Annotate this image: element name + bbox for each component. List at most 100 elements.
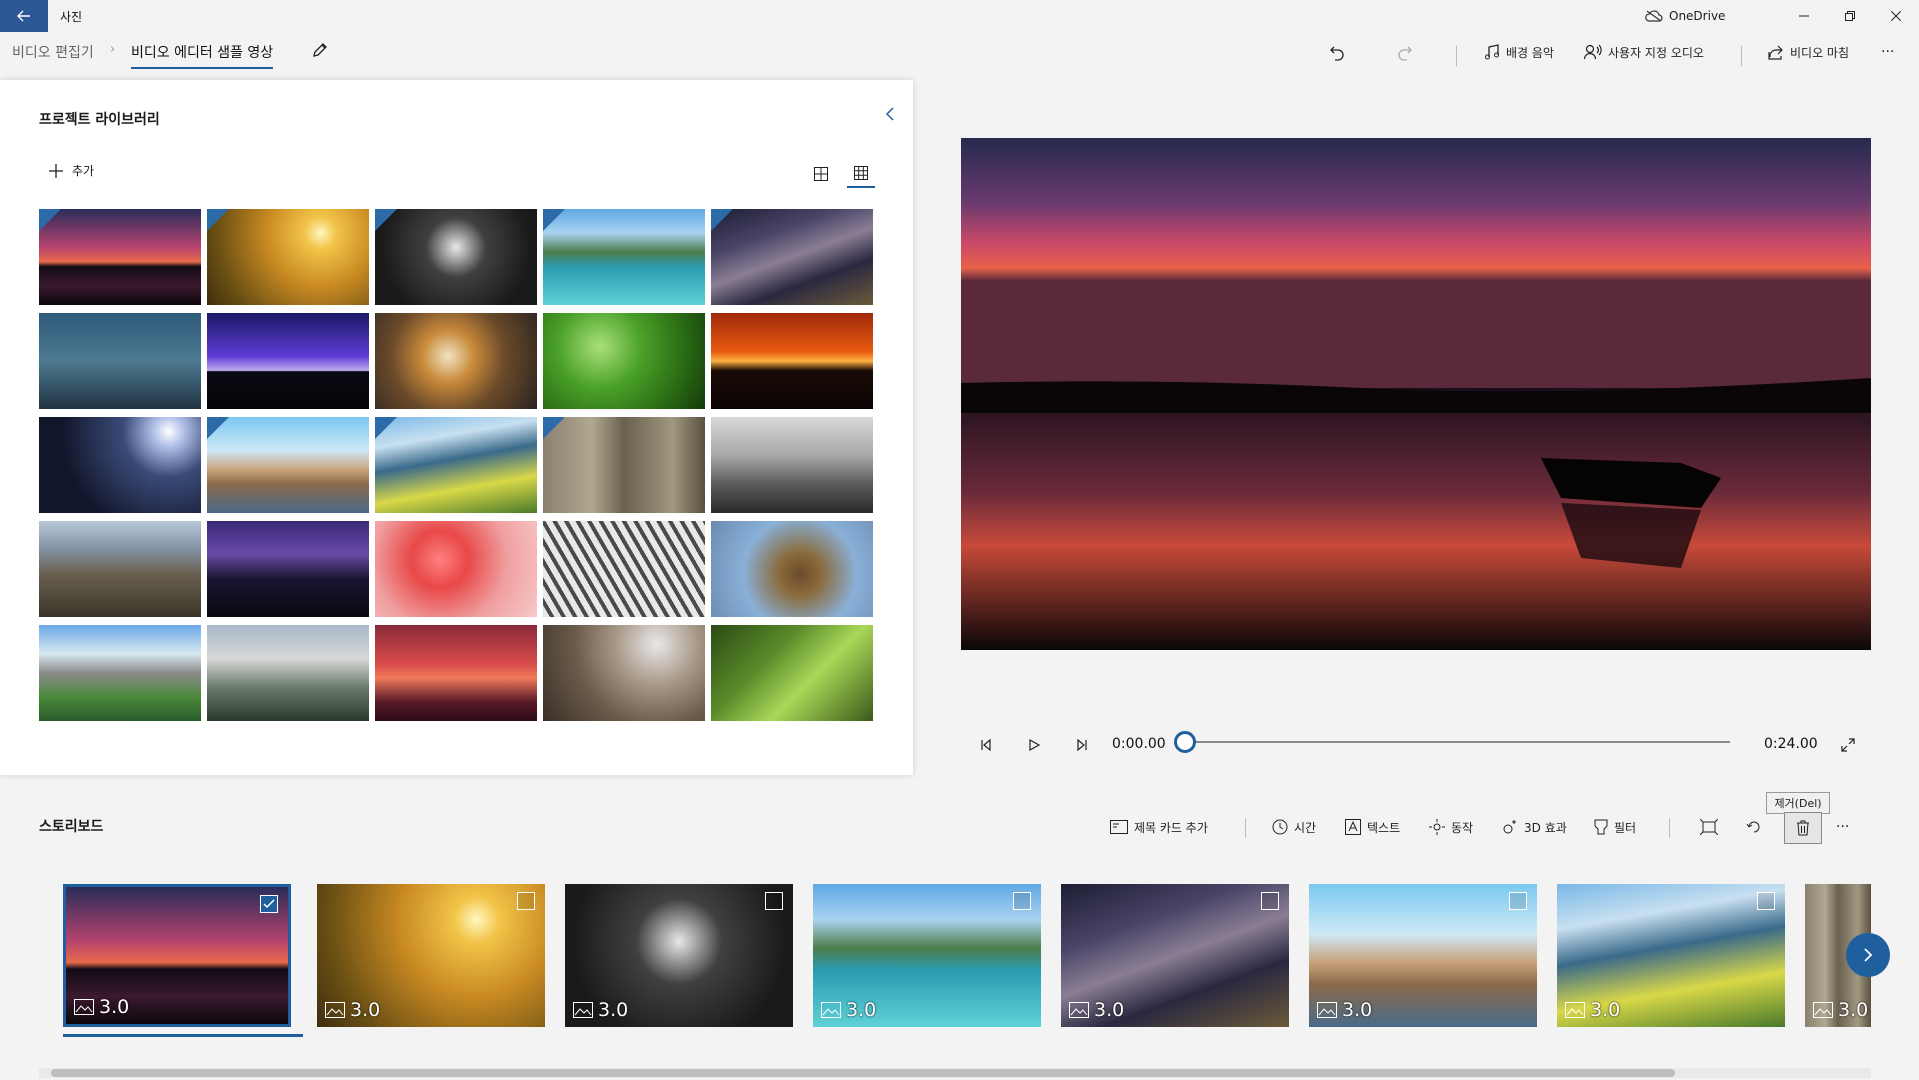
storyboard-scrollbar-thumb[interactable]: [51, 1069, 1675, 1077]
close-button[interactable]: [1873, 0, 1919, 32]
more-options-button[interactable]: ···: [1881, 40, 1894, 64]
custom-audio-button[interactable]: 사용자 지정 오디오: [1584, 40, 1704, 64]
media-thumbnail-squirrel[interactable]: [543, 625, 705, 721]
clip-duration: 3.0: [1069, 999, 1124, 1021]
media-thumbnail-coastal-flowers[interactable]: [375, 417, 537, 513]
onedrive-label: OneDrive: [1669, 9, 1726, 23]
rotate-icon: [1746, 821, 1760, 833]
share-icon: [1768, 45, 1783, 60]
rename-button[interactable]: [310, 40, 332, 62]
clip-checkbox[interactable]: [1757, 892, 1775, 910]
media-thumbnail-eagle[interactable]: [711, 521, 873, 617]
media-thumbnail-lanterns-night[interactable]: [39, 313, 201, 409]
storyboard-more-label: ···: [1836, 819, 1850, 835]
media-thumbnail-lizard-leaves[interactable]: [711, 625, 873, 721]
breadcrumb-root[interactable]: 비디오 편집기: [12, 42, 94, 62]
background-music-button[interactable]: 배경 음악: [1484, 40, 1554, 64]
add-title-card-button[interactable]: 제목 카드 추가: [1110, 816, 1208, 838]
storyboard-clip-4[interactable]: 3.0: [813, 884, 1041, 1027]
media-thumbnail-florence-bridge[interactable]: [207, 417, 369, 513]
duration-button[interactable]: 시간: [1272, 816, 1316, 838]
media-thumbnail-metal-structure[interactable]: [543, 521, 705, 617]
rotate-button[interactable]: [1746, 816, 1762, 838]
step-forward-icon: [1077, 738, 1087, 752]
remove-button[interactable]: [1784, 812, 1822, 844]
storyboard-clip-1[interactable]: 3.0: [63, 884, 291, 1027]
breadcrumb-current[interactable]: 비디오 에디터 샘플 영상: [131, 42, 274, 69]
clip-duration-label: 3.0: [350, 999, 381, 1021]
fullscreen-button[interactable]: [1837, 734, 1859, 756]
storyboard-clip-7[interactable]: 3.0: [1557, 884, 1785, 1027]
resize-button[interactable]: [1700, 816, 1718, 838]
media-thumbnail-steam-train[interactable]: [207, 625, 369, 721]
play-button[interactable]: [1023, 734, 1045, 756]
effects-3d-button[interactable]: 3D 효과: [1502, 816, 1567, 838]
collapse-library-button[interactable]: [880, 104, 902, 126]
previous-frame-button[interactable]: [975, 734, 997, 756]
used-badge: [543, 417, 565, 439]
media-thumbnail-golden-field[interactable]: [207, 209, 369, 305]
small-grid-view-button[interactable]: [847, 160, 875, 188]
media-thumbnail-tiger[interactable]: [375, 313, 537, 409]
video-preview[interactable]: [961, 138, 1871, 650]
filters-label: 필터: [1614, 820, 1637, 835]
next-frame-button[interactable]: [1071, 734, 1093, 756]
media-thumbnail-alpine-valley[interactable]: [39, 625, 201, 721]
media-thumbnail-skull-wall[interactable]: [375, 209, 537, 305]
media-thumbnail-misty-mountains[interactable]: [711, 417, 873, 513]
text-button[interactable]: 텍스트: [1345, 816, 1400, 838]
storyboard-scrollbar[interactable]: [39, 1068, 1871, 1078]
media-thumbnail-planet-space[interactable]: [39, 417, 201, 513]
clip-checkbox[interactable]: [517, 892, 535, 910]
media-thumbnail-orange-sunset[interactable]: [711, 313, 873, 409]
large-grid-view-button[interactable]: [807, 160, 835, 188]
media-thumbnail-sunset-lake[interactable]: [39, 209, 201, 305]
storyboard-more-button[interactable]: ···: [1836, 816, 1849, 838]
media-thumbnail-purple-silhouette[interactable]: [207, 313, 369, 409]
restore-button[interactable]: [1827, 0, 1873, 32]
media-thumbnail-milky-way[interactable]: [711, 209, 873, 305]
trash-icon: [1797, 820, 1809, 836]
clip-duration: 3.0: [1317, 999, 1372, 1021]
filter-icon: [1594, 819, 1608, 835]
used-badge: [711, 209, 733, 231]
clip-checkbox[interactable]: [260, 895, 278, 913]
onedrive-button[interactable]: OneDrive: [1645, 0, 1725, 32]
used-badge: [375, 209, 397, 231]
image-icon: [1565, 1002, 1585, 1018]
play-icon: [1029, 738, 1041, 752]
media-thumbnail-canyon-valley[interactable]: [39, 521, 201, 617]
media-thumbnail-water-drops-leaf[interactable]: [543, 313, 705, 409]
storyboard-clip-3[interactable]: 3.0: [565, 884, 793, 1027]
filters-button[interactable]: 필터: [1594, 816, 1636, 838]
clip-checkbox[interactable]: [1013, 892, 1031, 910]
media-thumbnail-red-poppies[interactable]: [375, 521, 537, 617]
clip-checkbox[interactable]: [765, 892, 783, 910]
remove-tooltip: 제거(Del): [1766, 792, 1830, 814]
motion-button[interactable]: 동작: [1429, 816, 1473, 838]
seek-slider-thumb[interactable]: [1174, 731, 1196, 753]
storyboard-clip-6[interactable]: 3.0: [1309, 884, 1537, 1027]
finish-video-button[interactable]: 비디오 마침: [1768, 40, 1849, 64]
redo-button[interactable]: [1396, 40, 1414, 64]
media-thumbnail-wooden-door[interactable]: [543, 417, 705, 513]
media-thumbnail-red-sea-sunset[interactable]: [375, 625, 537, 721]
clip-checkbox[interactable]: [1261, 892, 1279, 910]
toolbar-divider: [1741, 46, 1742, 66]
storyboard-clip-5[interactable]: 3.0: [1061, 884, 1289, 1027]
playback-controls: 0:00.00 0:24.00: [975, 730, 1855, 760]
media-thumbnail-starry-road[interactable]: [207, 521, 369, 617]
storyboard-clip-2[interactable]: 3.0: [317, 884, 545, 1027]
clip-checkbox[interactable]: [1509, 892, 1527, 910]
undo-button[interactable]: [1328, 40, 1346, 64]
add-media-label: 추가: [72, 164, 95, 178]
back-button[interactable]: [0, 0, 48, 32]
minimize-button[interactable]: [1781, 0, 1827, 32]
clip-duration-label: 3.0: [1342, 999, 1373, 1021]
title-card-icon: [1110, 820, 1128, 834]
seek-track[interactable]: [1185, 741, 1730, 743]
scroll-right-button[interactable]: [1846, 933, 1890, 977]
add-media-button[interactable]: 추가: [48, 162, 94, 179]
title-bar: 사진: [0, 0, 1919, 32]
media-thumbnail-mountain-lake[interactable]: [543, 209, 705, 305]
